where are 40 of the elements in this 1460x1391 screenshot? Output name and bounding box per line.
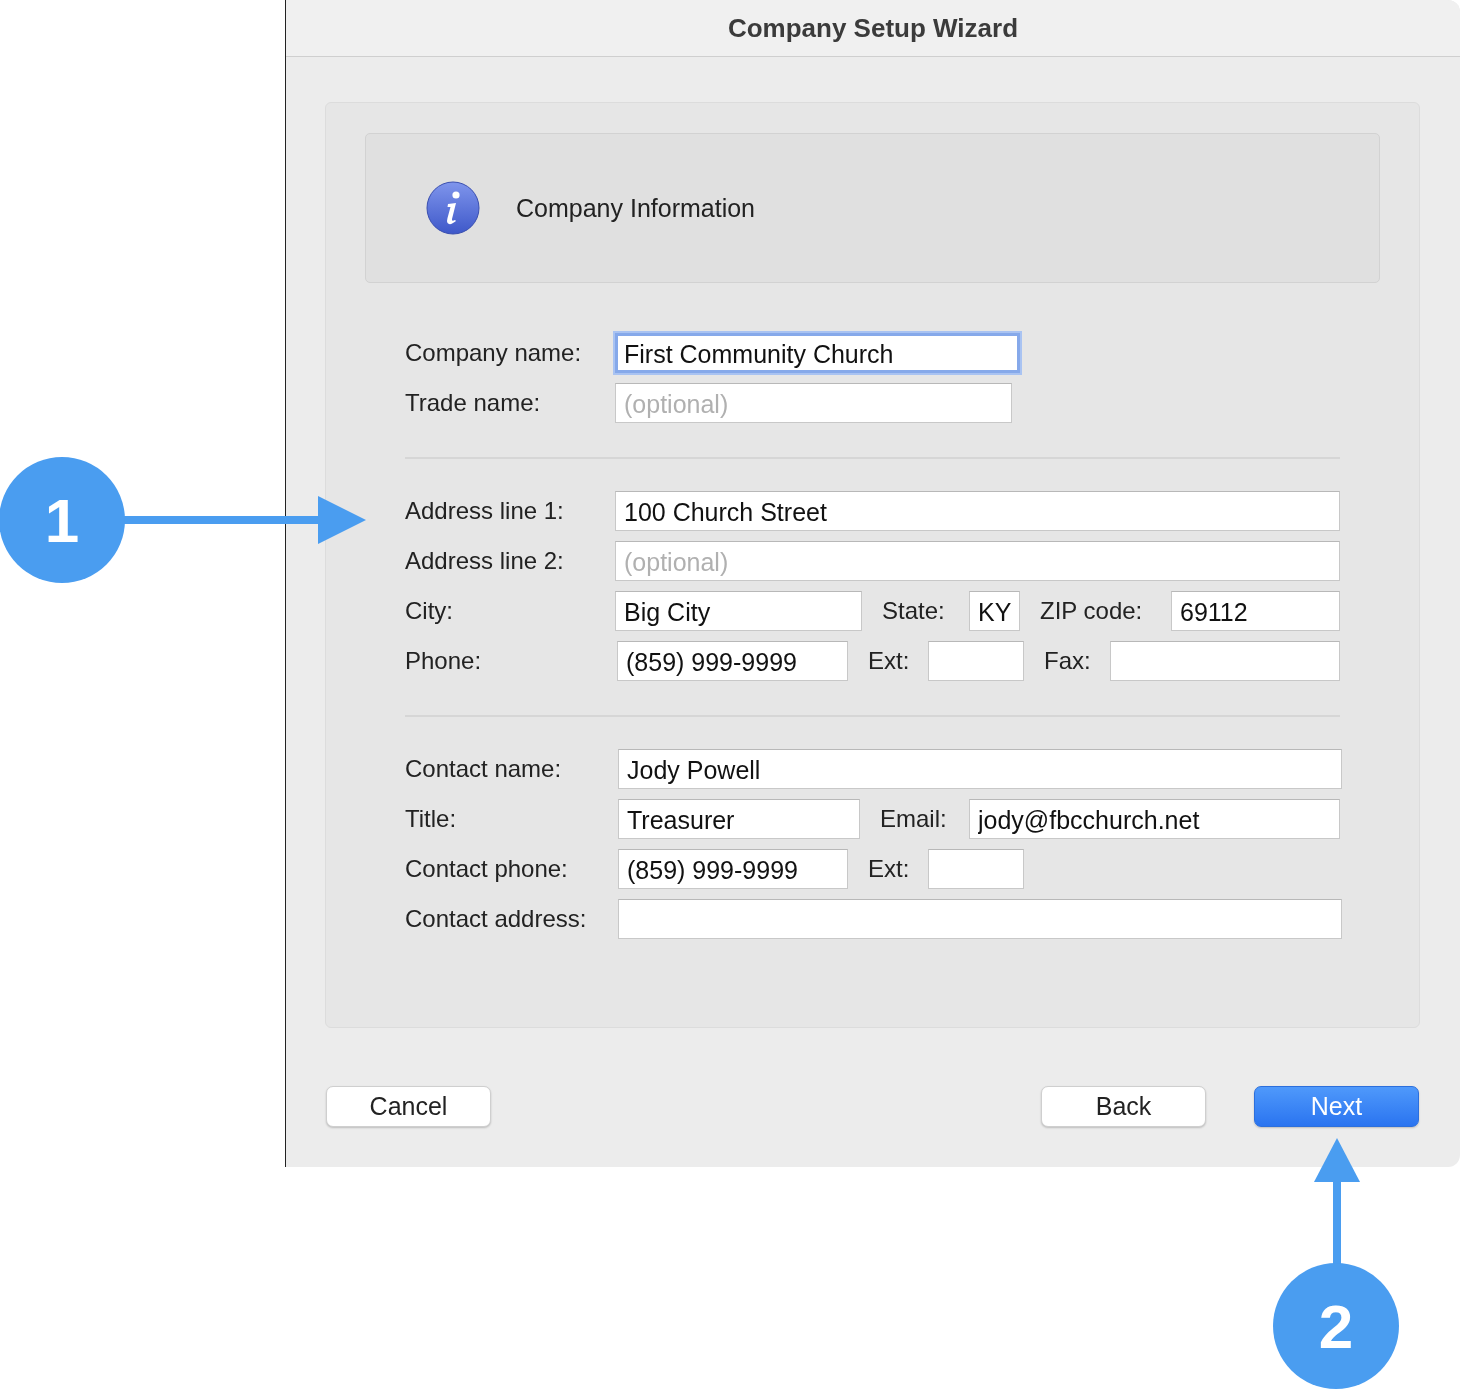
field-label: Ext: (867, 647, 911, 675)
field-label: Trade name: (405, 389, 542, 417)
callout-badge: 1 (0, 457, 125, 583)
input-field[interactable]: 69112 (1171, 591, 1340, 631)
field-label: Ext: (867, 855, 911, 883)
field-label: Address line 1: (405, 497, 565, 525)
section-heading: Company Information (516, 193, 755, 223)
field-label: Contact phone: (405, 855, 569, 883)
input-field[interactable] (928, 641, 1024, 681)
info-icon (426, 181, 480, 235)
input-field[interactable]: (optional) (615, 383, 1012, 423)
input-field[interactable]: 100 Church Street (615, 491, 1340, 531)
field-label: ZIP code: (1039, 597, 1144, 625)
input-field[interactable]: (859) 999-9999 (618, 849, 848, 889)
field-label: Fax: (1043, 647, 1092, 675)
input-field[interactable]: jody@fbcchurch.net (969, 799, 1340, 839)
field-label: City: (405, 597, 454, 625)
field-label: Address line 2: (405, 547, 565, 575)
field-label: Contact address: (405, 905, 588, 933)
window-title: Company Setup Wizard (727, 12, 1019, 44)
field-label: Contact name: (405, 755, 563, 783)
input-field[interactable]: Jody Powell (618, 749, 1342, 789)
field-label: Phone: (405, 647, 483, 675)
field-label: Company name: (405, 339, 583, 367)
field-label: Email: (879, 805, 948, 833)
input-field[interactable]: (optional) (615, 541, 1340, 581)
input-field[interactable]: First Community Church (615, 333, 1020, 373)
input-field[interactable] (618, 899, 1342, 939)
field-label: State: (881, 597, 946, 625)
back-button[interactable]: Back (1041, 1086, 1206, 1127)
input-field[interactable] (928, 849, 1024, 889)
input-field[interactable] (1110, 641, 1340, 681)
input-field[interactable]: KY (969, 591, 1020, 631)
field-label: Title: (405, 805, 458, 833)
cancel-button[interactable]: Cancel (326, 1086, 491, 1127)
input-field[interactable]: (859) 999-9999 (617, 641, 848, 681)
input-field[interactable]: Treasurer (618, 799, 860, 839)
input-field[interactable]: Big City (615, 591, 862, 631)
callout-badge: 2 (1273, 1263, 1399, 1389)
next-button[interactable]: Next (1254, 1086, 1419, 1127)
